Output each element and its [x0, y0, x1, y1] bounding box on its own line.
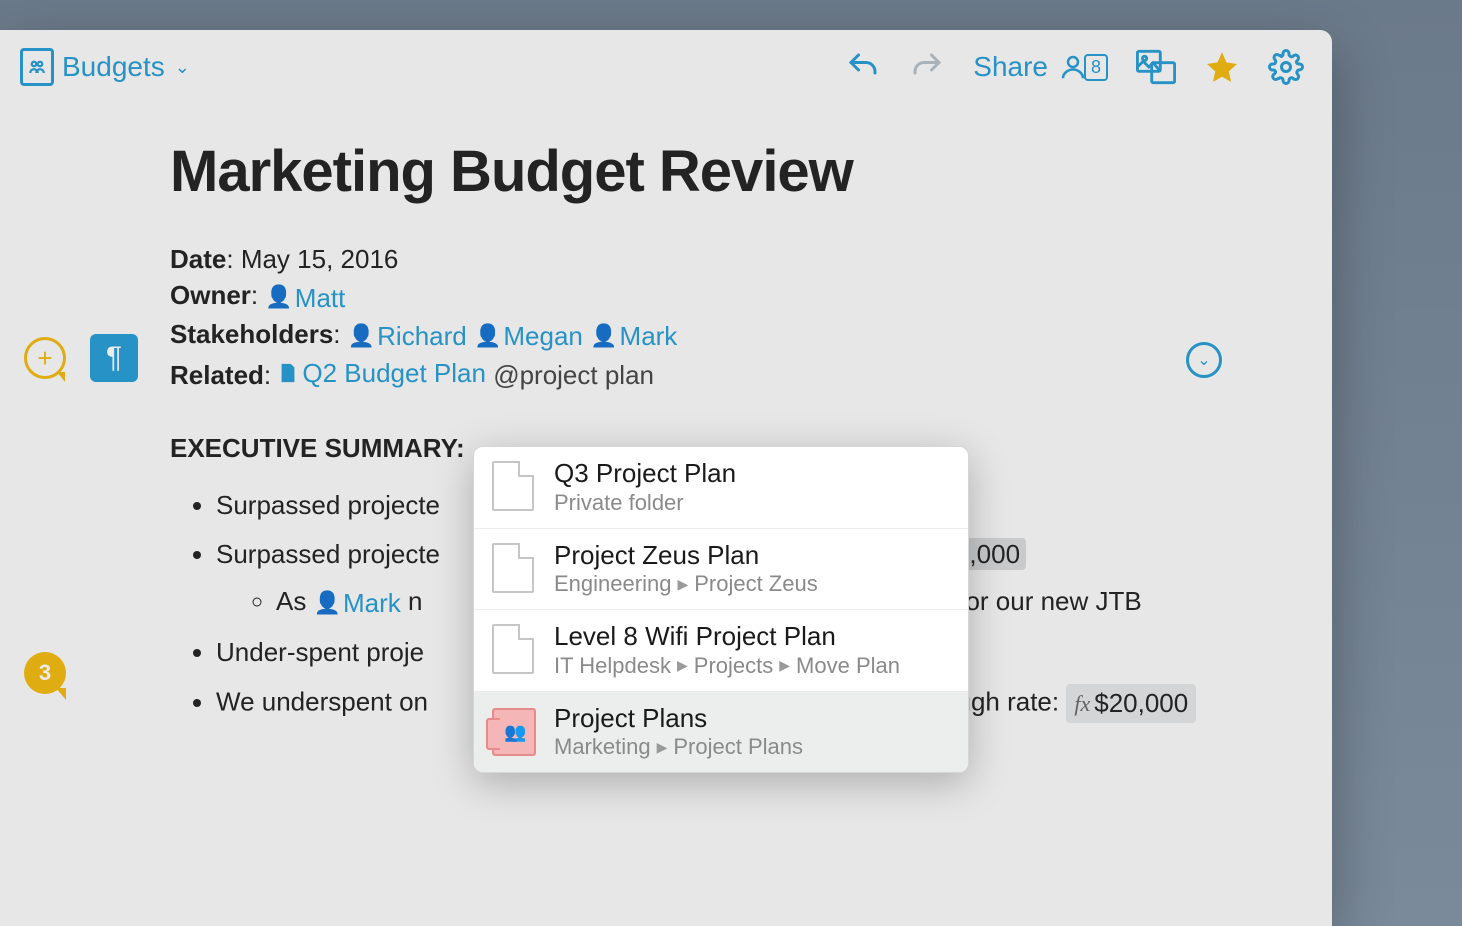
comment-count-badge[interactable]: 3	[24, 652, 66, 694]
add-comment-button[interactable]: +	[24, 337, 66, 379]
undo-button[interactable]	[845, 49, 881, 85]
person-icon: 👤	[348, 321, 375, 352]
autocomplete-item-path: IT Helpdesk▶Projects▶Move Plan	[554, 653, 950, 679]
mention-autocomplete-popup: Q3 Project PlanPrivate folder Project Zeu…	[473, 446, 969, 773]
autocomplete-item-text: Project PlansMarketing▶Project Plans	[554, 704, 950, 761]
left-gutter: + ¶ 3	[0, 98, 170, 723]
autocomplete-item-path: Engineering▶Project Zeus	[554, 571, 950, 597]
document-icon	[492, 461, 536, 513]
toolbar: Budgets ⌄ Share 8	[0, 30, 1332, 98]
share-count-badge: 8	[1058, 52, 1108, 82]
meta-related[interactable]: Related: Q2 Budget Plan @project plan	[170, 355, 1242, 394]
meta-owner[interactable]: Owner: 👤Matt	[170, 277, 1242, 316]
autocomplete-item-title: Project Zeus Plan	[554, 541, 950, 570]
person-icon: 👤	[590, 321, 617, 352]
folder-icon	[20, 48, 54, 86]
document-title[interactable]: Marketing Budget Review	[170, 138, 1242, 205]
share-button[interactable]: Share 8	[973, 51, 1108, 83]
folder-name: Budgets	[62, 51, 165, 83]
autocomplete-item[interactable]: 👥 Project PlansMarketing▶Project Plans	[474, 692, 968, 773]
person-icon: 👤	[314, 588, 341, 618]
autocomplete-item-text: Project Zeus PlanEngineering▶Project Zeu…	[554, 541, 950, 598]
related-doc-link[interactable]: Q2 Budget Plan	[278, 355, 486, 391]
meta-stakeholders[interactable]: Stakeholders: 👤Richard 👤Megan 👤Mark	[170, 316, 1242, 355]
autocomplete-item-text: Q3 Project PlanPrivate folder	[554, 459, 950, 516]
fx-icon: fx	[1074, 689, 1090, 719]
redo-button[interactable]	[909, 49, 945, 85]
autocomplete-item-title: Level 8 Wifi Project Plan	[554, 622, 950, 651]
date-value: May 15, 2016	[241, 244, 399, 274]
breadcrumb-separator-icon: ▶	[677, 576, 688, 593]
stakeholder-mention[interactable]: 👤Richard	[348, 318, 467, 354]
formula-value[interactable]: fx $20,000	[1066, 684, 1196, 723]
autocomplete-item[interactable]: Q3 Project PlanPrivate folder	[474, 447, 968, 529]
autocomplete-item-text: Level 8 Wifi Project PlanIT Helpdesk▶Pro…	[554, 622, 950, 679]
breadcrumb-separator-icon: ▶	[677, 657, 688, 674]
date-label: Date	[170, 244, 226, 274]
autocomplete-item[interactable]: Project Zeus PlanEngineering▶Project Zeu…	[474, 529, 968, 611]
person-icon: 👤	[474, 321, 501, 352]
owner-mention[interactable]: 👤Matt	[265, 280, 345, 316]
autocomplete-item-title: Project Plans	[554, 704, 950, 733]
breadcrumb-separator-icon: ▶	[779, 657, 790, 674]
collapse-toggle[interactable]: ⌄	[1186, 342, 1222, 378]
autocomplete-item-path: Private folder	[554, 490, 950, 516]
stakeholder-mention[interactable]: 👤Mark	[590, 318, 677, 354]
meta-date[interactable]: Date: May 15, 2016	[170, 241, 1242, 277]
document-icon	[492, 543, 536, 595]
mention-typing-text: @project plan	[493, 360, 654, 390]
insert-media-button[interactable]	[1136, 49, 1176, 85]
paragraph-format-button[interactable]: ¶	[90, 334, 138, 382]
share-count-number: 8	[1084, 54, 1108, 81]
share-label: Share	[973, 51, 1048, 83]
document-icon	[278, 362, 298, 384]
toolbar-actions: Share 8	[845, 49, 1304, 85]
breadcrumb-separator-icon: ▶	[657, 739, 668, 756]
stakeholder-mention[interactable]: 👤Megan	[474, 318, 583, 354]
document-icon	[492, 624, 536, 676]
settings-button[interactable]	[1268, 49, 1304, 85]
stakeholders-label: Stakeholders	[170, 319, 333, 349]
related-label: Related	[170, 360, 264, 390]
folder-icon: 👥	[492, 706, 536, 758]
owner-label: Owner	[170, 280, 251, 310]
folder-breadcrumb[interactable]: Budgets ⌄	[20, 48, 190, 86]
autocomplete-item-title: Q3 Project Plan	[554, 459, 950, 488]
chevron-down-icon: ⌄	[175, 57, 190, 78]
autocomplete-item-path: Marketing▶Project Plans	[554, 734, 950, 760]
autocomplete-item[interactable]: Level 8 Wifi Project PlanIT Helpdesk▶Pro…	[474, 610, 968, 692]
inline-mention[interactable]: 👤Mark	[314, 586, 401, 621]
favorite-button[interactable]	[1204, 49, 1240, 85]
person-icon: 👤	[265, 282, 292, 313]
